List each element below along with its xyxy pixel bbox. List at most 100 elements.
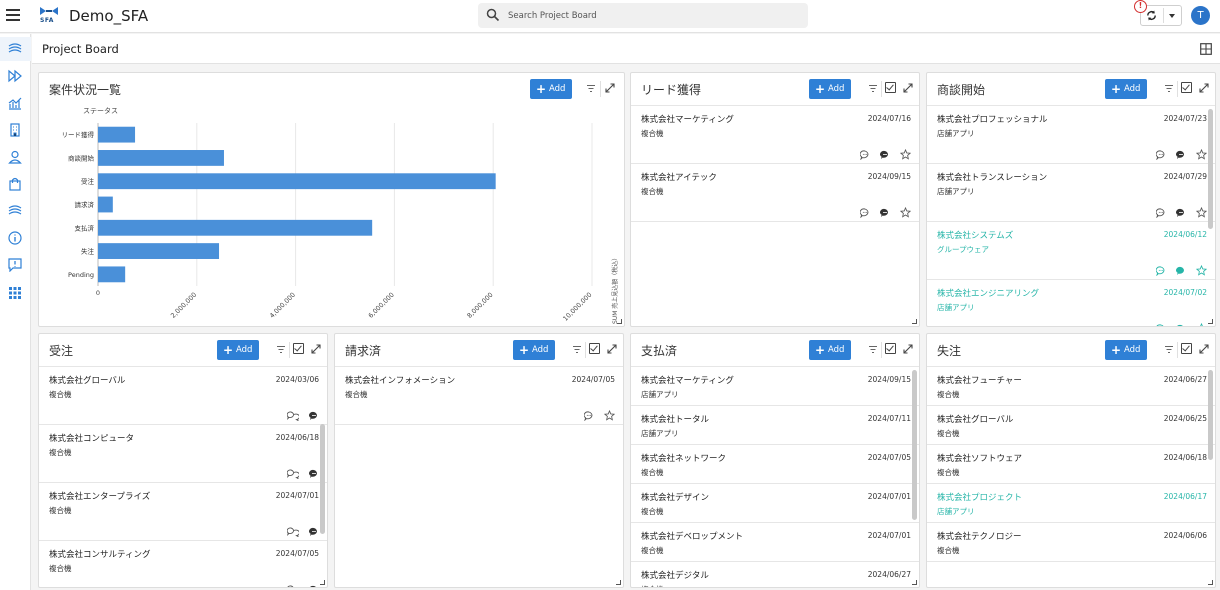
avatar[interactable]: T [1191, 6, 1210, 25]
comment-filled-icon[interactable] [309, 527, 319, 537]
resize-handle[interactable] [912, 319, 917, 324]
select-all-checkbox[interactable] [293, 343, 304, 354]
resize-handle[interactable] [617, 319, 622, 324]
add-button[interactable]: + Add [217, 340, 259, 360]
sidebar-item-company[interactable] [0, 118, 31, 142]
resize-handle[interactable] [1208, 580, 1213, 585]
sync-dropdown-button[interactable] [1164, 6, 1181, 25]
comments-outline-icon[interactable] [287, 411, 299, 421]
deal-card[interactable]: 株式会社コンピュータ 2024/06/18 複合機 [39, 425, 327, 483]
filter-icon[interactable] [1164, 345, 1174, 354]
deal-card[interactable]: 株式会社プロジェクト 2024/06/17 店舗アプリ [927, 484, 1215, 523]
filter-icon[interactable] [276, 345, 286, 354]
select-all-checkbox[interactable] [885, 82, 896, 93]
add-button[interactable]: + Add [809, 79, 851, 99]
resize-handle[interactable] [912, 580, 917, 585]
deal-card[interactable]: 株式会社フューチャー 2024/06/27 複合機 [927, 367, 1215, 406]
deal-card[interactable]: 株式会社グローバル 2024/03/06 複合機 [39, 367, 327, 425]
deal-card[interactable]: 株式会社テクノロジー 2024/06/06 複合機 [927, 523, 1215, 562]
comment-outline-icon[interactable] [1156, 266, 1166, 276]
comment-outline-icon[interactable] [1156, 324, 1166, 328]
add-button[interactable]: + Add [530, 79, 572, 99]
resize-handle[interactable] [1208, 319, 1213, 324]
bar[interactable] [98, 219, 373, 236]
comment-filled-icon[interactable] [309, 585, 319, 589]
star-outline-icon[interactable] [604, 410, 615, 421]
filter-icon[interactable] [1164, 84, 1174, 93]
star-outline-icon[interactable] [1196, 265, 1207, 276]
expand-icon[interactable] [903, 344, 913, 354]
star-outline-icon[interactable] [900, 149, 911, 160]
scrollbar[interactable] [320, 424, 325, 534]
comment-filled-icon[interactable] [309, 411, 319, 421]
deal-card[interactable]: 株式会社システムズ 2024/06/12 グループウェア [927, 222, 1215, 280]
sidebar-item-board[interactable] [0, 37, 31, 61]
deal-card[interactable]: 株式会社トータル 2024/07/11 店舗アプリ [631, 406, 919, 445]
bar[interactable] [98, 173, 496, 190]
select-all-checkbox[interactable] [589, 343, 600, 354]
star-outline-icon[interactable] [1196, 323, 1207, 327]
comments-outline-icon[interactable] [287, 585, 299, 589]
deal-card[interactable]: 株式会社ネットワーク 2024/07/05 複合機 [631, 445, 919, 484]
deal-card[interactable]: 株式会社グローバル 2024/06/25 複合機 [927, 406, 1215, 445]
deal-card[interactable]: 株式会社インフォメーション 2024/07/05 複合機 [335, 367, 623, 425]
comment-outline-icon[interactable] [584, 411, 594, 421]
sidebar-item-forward[interactable] [0, 64, 31, 88]
deal-card[interactable]: 株式会社プロフェッショナル 2024/07/23 店舗アプリ [927, 106, 1215, 164]
sidebar-item-contact[interactable] [0, 145, 31, 169]
filter-icon[interactable] [868, 345, 878, 354]
deal-card[interactable]: 株式会社トランスレーション 2024/07/29 店舗アプリ [927, 164, 1215, 222]
search-box[interactable] [478, 3, 808, 28]
star-outline-icon[interactable] [1196, 149, 1207, 160]
scrollbar[interactable] [912, 370, 917, 520]
deal-card[interactable]: 株式会社コンサルティング 2024/07/05 複合機 [39, 541, 327, 589]
deal-card[interactable]: 株式会社エンタープライズ 2024/07/01 複合機 [39, 483, 327, 541]
bar[interactable] [98, 196, 113, 213]
deal-card[interactable]: 株式会社エンジニアリング 2024/07/02 店舗アプリ [927, 280, 1215, 328]
deal-card[interactable]: 株式会社マーケティング 2024/09/15 店舗アプリ [631, 367, 919, 406]
comments-outline-icon[interactable] [287, 469, 299, 479]
error-badge[interactable]: ! [1134, 0, 1147, 13]
comment-outline-icon[interactable] [860, 150, 870, 160]
sidebar-item-analytics[interactable] [0, 91, 31, 115]
comment-filled-icon[interactable] [880, 208, 890, 218]
comments-outline-icon[interactable] [287, 527, 299, 537]
deal-card[interactable]: 株式会社デザイン 2024/07/01 複合機 [631, 484, 919, 523]
add-button[interactable]: + Add [809, 340, 851, 360]
scrollbar[interactable] [1208, 109, 1213, 229]
expand-icon[interactable] [607, 344, 617, 354]
add-button[interactable]: + Add [513, 340, 555, 360]
comment-filled-icon[interactable] [1176, 266, 1186, 276]
comment-filled-icon[interactable] [1176, 324, 1186, 328]
select-all-checkbox[interactable] [1181, 82, 1192, 93]
deal-card[interactable]: 株式会社マーケティング 2024/07/16 複合機 [631, 106, 919, 164]
bar[interactable] [98, 243, 220, 259]
scrollbar[interactable] [1208, 370, 1213, 460]
deal-card[interactable]: 株式会社ソフトウェア 2024/06/18 複合機 [927, 445, 1215, 484]
resize-handle[interactable] [616, 580, 621, 585]
add-button[interactable]: + Add [1105, 79, 1147, 99]
layout-grid-icon[interactable] [1200, 43, 1212, 55]
filter-icon[interactable] [868, 84, 878, 93]
comment-filled-icon[interactable] [1176, 208, 1186, 218]
comment-filled-icon[interactable] [1176, 150, 1186, 160]
bar[interactable] [98, 126, 136, 143]
search-input[interactable] [508, 7, 798, 24]
select-all-checkbox[interactable] [1181, 343, 1192, 354]
star-outline-icon[interactable] [900, 207, 911, 218]
sidebar-item-pipeline[interactable] [0, 199, 31, 223]
filter-icon[interactable] [572, 345, 582, 354]
expand-icon[interactable] [1199, 83, 1209, 93]
bar[interactable] [98, 266, 126, 283]
star-outline-icon[interactable] [1196, 207, 1207, 218]
expand-icon[interactable] [1199, 344, 1209, 354]
comment-outline-icon[interactable] [1156, 150, 1166, 160]
sidebar-item-info[interactable] [0, 226, 31, 250]
expand-icon[interactable] [605, 83, 615, 93]
sidebar-item-apps[interactable] [0, 281, 31, 305]
deal-card[interactable]: 株式会社アイテック 2024/09/15 複合機 [631, 164, 919, 222]
menu-icon[interactable] [6, 9, 20, 21]
expand-icon[interactable] [903, 83, 913, 93]
deal-card[interactable]: 株式会社デベロップメント 2024/07/01 複合機 [631, 523, 919, 562]
add-button[interactable]: + Add [1105, 340, 1147, 360]
